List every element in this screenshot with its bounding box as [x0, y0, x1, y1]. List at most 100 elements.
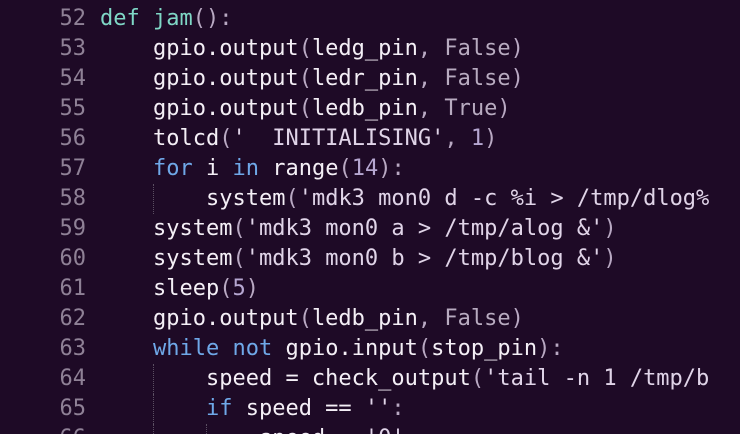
code-line[interactable]: 58 system('mdk3 mon0 d -c %i > /tmp/dlog…	[0, 184, 740, 214]
code-token-punct: (	[298, 306, 312, 331]
code-token-string: '0'	[365, 426, 405, 434]
code-line[interactable]: 57 for i in range(14):	[0, 154, 740, 184]
line-number: 64	[59, 366, 87, 391]
code-token-keyword: while	[152, 336, 220, 361]
code-token-string: 'tail -n 1 /tmp/b	[484, 366, 710, 391]
code-text: speed = '0'	[100, 424, 405, 434]
code-token-plain: gpio.input	[285, 336, 418, 361]
code-token-punct: (	[417, 336, 432, 361]
code-token-punct: ):	[378, 156, 405, 181]
code-token-string: 'mdk3 mon0 b > /tmp/blog &'	[245, 246, 604, 271]
indent-guide	[152, 184, 154, 214]
line-number: 59	[59, 216, 87, 241]
code-token-constant: True	[444, 96, 498, 121]
code-token-keyword: if	[205, 396, 233, 421]
line-number: 52	[59, 6, 87, 31]
code-token-punct: ,	[444, 126, 471, 151]
code-token-number: 1	[470, 126, 485, 151]
code-token-plain: range	[272, 156, 339, 181]
code-token-punct: (	[285, 186, 299, 211]
code-line[interactable]: 56 tolcd(' INITIALISING', 1)	[0, 124, 740, 154]
code-token-def: def	[100, 6, 140, 31]
code-line[interactable]: 54 gpio.output(ledr_pin, False)	[0, 64, 740, 94]
line-number: 56	[59, 126, 87, 151]
code-token-punct: )	[603, 246, 617, 271]
code-line[interactable]: 59 system('mdk3 mon0 a > /tmp/alog &')	[0, 214, 740, 244]
code-token-plain: system	[152, 246, 233, 271]
line-number: 57	[59, 156, 87, 181]
code-text: for i in range(14):	[100, 154, 405, 184]
code-token-plain: speed ==	[232, 396, 365, 421]
code-token-plain: stop_pin	[431, 336, 538, 361]
code-token-plain: i	[192, 156, 233, 181]
code-line[interactable]: 53 gpio.output(ledg_pin, False)	[0, 34, 740, 64]
code-line[interactable]: 52 def jam():	[0, 4, 740, 34]
indent-guide	[152, 364, 154, 394]
code-token-punct: )	[603, 216, 617, 241]
code-token-plain: speed = check_output	[205, 366, 471, 391]
code-token-punct: ():	[192, 6, 233, 31]
indent-guide	[152, 394, 154, 424]
code-token-punct: (	[219, 126, 233, 151]
code-text: gpio.output(ledb_pin, True)	[100, 94, 511, 124]
code-token-punct: ,	[417, 306, 445, 331]
code-token-punct: ,	[417, 96, 445, 121]
code-token-constant: False	[444, 306, 511, 331]
code-token-keyword: not	[232, 336, 273, 361]
code-token-punct: )	[484, 126, 498, 151]
code-text: sleep(5)	[100, 274, 259, 304]
code-token-string: 'mdk3 mon0 d -c %i > /tmp/dlog%	[298, 186, 710, 211]
code-line[interactable]: 66 speed = '0'	[0, 424, 740, 434]
code-token-punct: ,	[417, 66, 445, 91]
code-token-plain: gpio.output	[152, 66, 299, 91]
line-number: 63	[59, 336, 87, 361]
code-token-constant: False	[444, 66, 511, 91]
code-text: def jam():	[100, 4, 233, 34]
indent-guide	[152, 424, 154, 434]
code-line[interactable]: 63 while not gpio.input(stop_pin):	[0, 334, 740, 364]
code-token-plain: ledg_pin	[311, 36, 418, 61]
code-line[interactable]: 60 system('mdk3 mon0 b > /tmp/blog &')	[0, 244, 740, 274]
code-token-plain: gpio.output	[152, 96, 299, 121]
code-line[interactable]: 65 if speed == '':	[0, 394, 740, 424]
code-token-punct: (	[219, 276, 233, 301]
code-token-punct: (	[298, 96, 312, 121]
line-number: 66	[0, 424, 87, 434]
code-token-funcname: jam	[153, 6, 193, 31]
line-number: 62	[59, 306, 87, 331]
code-token-punct: ,	[417, 36, 445, 61]
code-token-punct: )	[510, 66, 524, 91]
code-token-punct: (	[232, 216, 246, 241]
code-text: gpio.output(ledb_pin, False)	[100, 304, 524, 334]
code-token-plain: ledb_pin	[311, 306, 418, 331]
code-text: gpio.output(ledr_pin, False)	[100, 64, 524, 94]
code-line[interactable]: 61 sleep(5)	[0, 274, 740, 304]
code-token-keyword: for	[152, 156, 193, 181]
code-token-plain: gpio.output	[152, 306, 299, 331]
code-line[interactable]: 55 gpio.output(ledb_pin, True)	[0, 94, 740, 124]
code-token-plain: sleep	[152, 276, 220, 301]
code-token-punct: (	[298, 36, 312, 61]
code-editor[interactable]: 52 def jam(): 53 gpio.output(ledg_pin, Fal…	[0, 0, 740, 434]
line-number: 61	[59, 276, 87, 301]
code-token-punct: )	[510, 36, 524, 61]
code-token-string: ' INITIALISING'	[232, 126, 445, 151]
code-text: gpio.output(ledg_pin, False)	[100, 34, 524, 64]
code-token-plain: system	[205, 186, 286, 211]
code-line[interactable]: 64 speed = check_output('tail -n 1 /tmp/…	[0, 364, 740, 394]
line-number: 65	[59, 396, 87, 421]
line-number: 54	[59, 66, 87, 91]
code-text: system('mdk3 mon0 a > /tmp/alog &')	[100, 214, 617, 244]
code-line[interactable]: 62 gpio.output(ledb_pin, False)	[0, 304, 740, 334]
code-token-punct: )	[245, 276, 259, 301]
